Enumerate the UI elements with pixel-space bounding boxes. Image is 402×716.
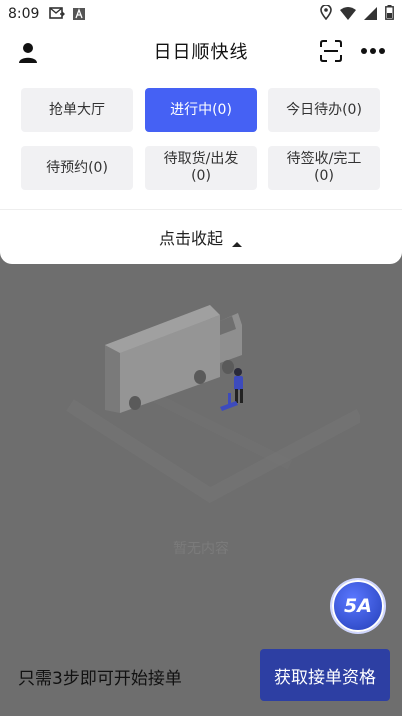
empty-state-text: 暂无内容 [173, 541, 229, 557]
more-icon[interactable] [360, 41, 386, 61]
collapse-label: 点击收起 [158, 229, 223, 248]
get-qualification-button[interactable]: 获取接单资格 [260, 649, 390, 701]
page-title: 日日顺快线 [153, 42, 249, 63]
5a-badge-button[interactable]: 5A [332, 580, 384, 632]
signal-icon [364, 5, 377, 24]
tab-pending-appointment[interactable]: 待预约(0) [21, 146, 133, 190]
message-icon [49, 5, 66, 24]
tab-in-progress[interactable]: 进行中(0) [145, 88, 257, 132]
status-time: 8:09 [8, 6, 40, 22]
bottom-bar: 只需3步即可开始接单 获取接单资格 [0, 634, 402, 716]
caret-up-icon [231, 233, 243, 247]
filter-panel: 抢单大厅 进行中(0) 今日待办(0) 待预约(0) 待取货/出发 (0) 待签… [0, 74, 402, 264]
font-icon [73, 5, 86, 24]
tab-grab-orders[interactable]: 抢单大厅 [21, 88, 133, 132]
status-bar: 8:09 [0, 0, 402, 28]
location-icon [320, 3, 332, 24]
divider [0, 209, 402, 210]
tab-today-todo[interactable]: 今日待办(0) [268, 88, 380, 132]
tab-pending-signoff[interactable]: 待签收/完工 (0) [268, 146, 380, 190]
wifi-icon [340, 5, 356, 24]
tab-pending-pickup[interactable]: 待取货/出发 (0) [145, 146, 257, 190]
collapse-toggle[interactable]: 点击收起 [0, 222, 402, 252]
onboarding-hint: 只需3步即可开始接单 [18, 669, 182, 689]
app-header: 日日顺快线 [0, 28, 402, 74]
battery-icon [385, 4, 394, 24]
empty-truck-illustration [66, 305, 360, 504]
scan-icon[interactable] [320, 40, 342, 62]
user-icon[interactable] [16, 40, 40, 64]
